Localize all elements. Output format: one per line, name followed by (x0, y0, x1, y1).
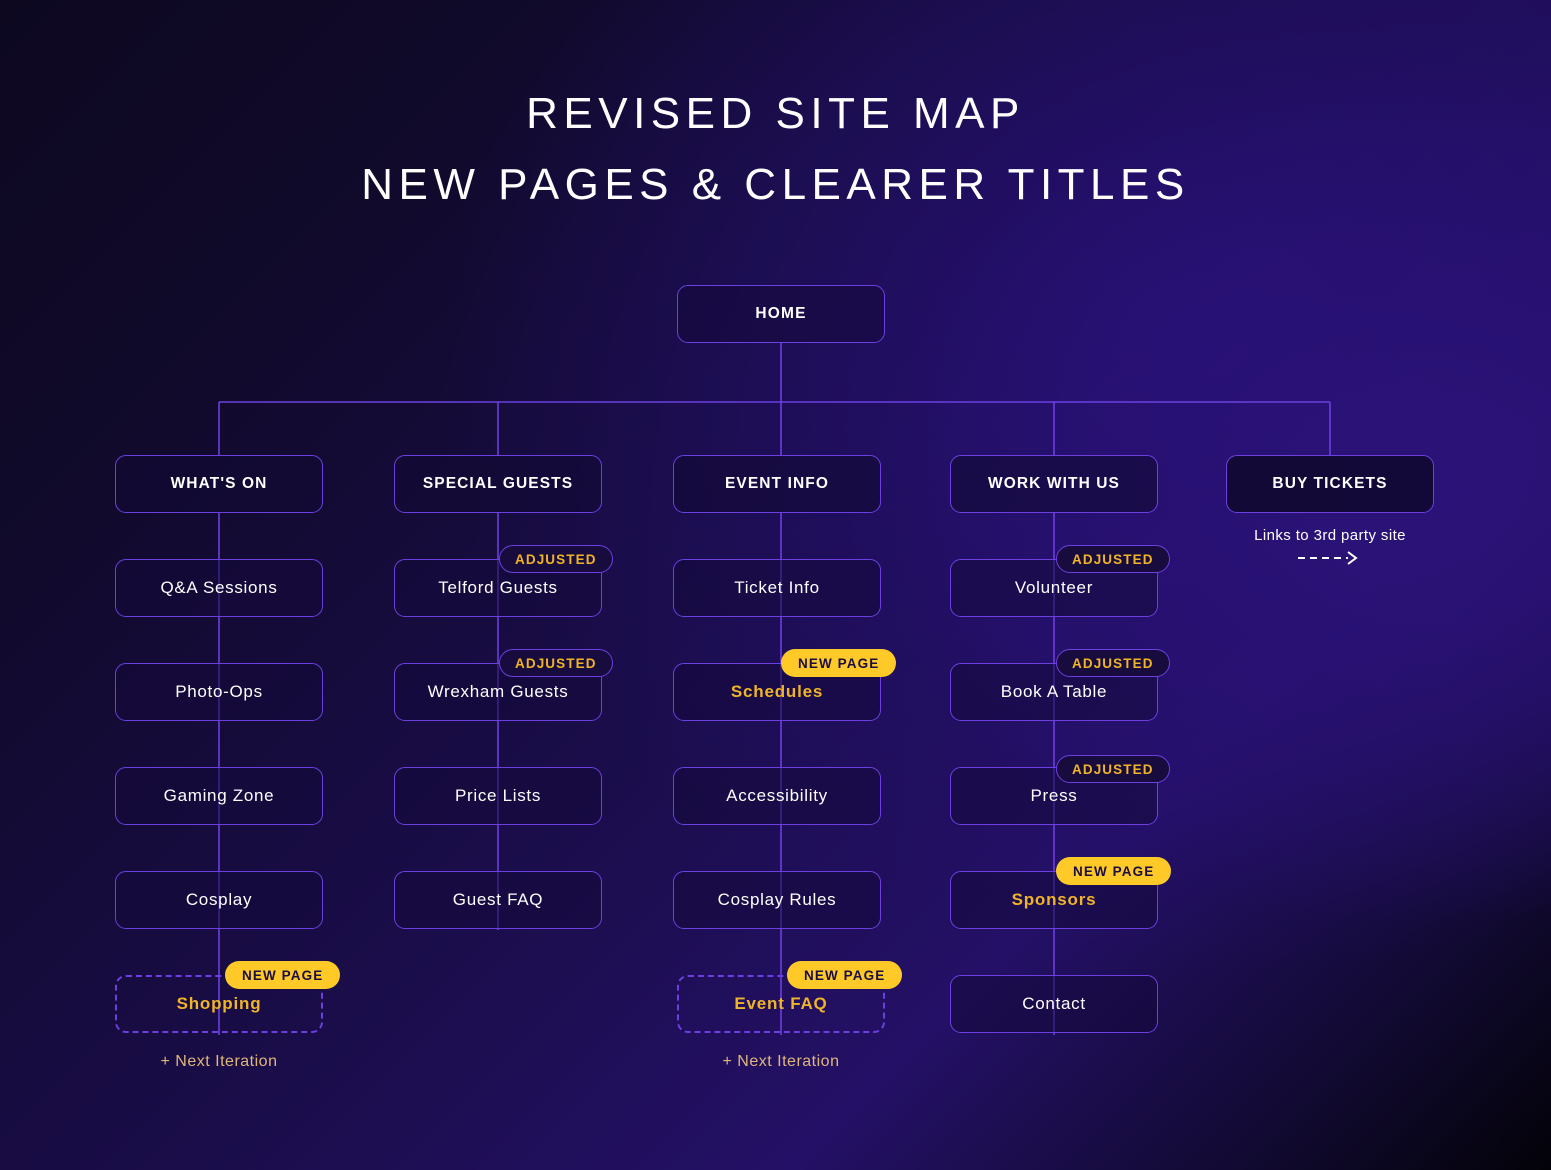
node-shopping-label: Shopping (176, 994, 262, 1013)
node-accessibility-label: Accessibility (726, 786, 828, 805)
node-guest-faq[interactable]: Guest FAQ (394, 871, 602, 929)
badge-adjusted-press: ADJUSTED (1056, 755, 1170, 783)
annotation-next-iteration-event-info: + Next Iteration (681, 1053, 881, 1071)
badge-new-page-schedules: NEW PAGE (781, 649, 897, 677)
badge-new-page-sponsors-label: NEW PAGE (1073, 863, 1155, 879)
page-title: REVISED SITE MAP NEW PAGES & CLEARER TIT… (0, 78, 1551, 220)
node-price-lists[interactable]: Price Lists (394, 767, 602, 825)
node-home-label: HOME (755, 305, 807, 322)
annotation-next-iteration-whats-on-label: + Next Iteration (160, 1053, 278, 1070)
node-schedules-label: Schedules (730, 682, 824, 701)
badge-adjusted-book-a-table: ADJUSTED (1056, 649, 1170, 677)
node-special-guests[interactable]: SPECIAL GUESTS (394, 455, 602, 513)
node-special-guests-label: SPECIAL GUESTS (422, 475, 574, 492)
node-contact-label: Contact (1022, 994, 1086, 1013)
node-price-lists-label: Price Lists (454, 786, 542, 805)
node-qa-sessions-label: Q&A Sessions (160, 578, 278, 597)
badge-adjusted-press-label: ADJUSTED (1072, 761, 1154, 777)
node-photo-ops[interactable]: Photo-Ops (115, 663, 323, 721)
badge-adjusted-telford-guests: ADJUSTED (499, 545, 613, 573)
title-line-2: NEW PAGES & CLEARER TITLES (361, 160, 1190, 209)
node-book-a-table-label: Book A Table (1000, 682, 1108, 701)
badge-adjusted-telford-guests-label: ADJUSTED (515, 551, 597, 567)
node-event-info[interactable]: EVENT INFO (673, 455, 881, 513)
node-gaming-zone[interactable]: Gaming Zone (115, 767, 323, 825)
badge-adjusted-wrexham-guests: ADJUSTED (499, 649, 613, 677)
node-cosplay-label: Cosplay (185, 890, 253, 909)
node-press-label: Press (1030, 786, 1078, 805)
node-gaming-zone-label: Gaming Zone (163, 786, 275, 805)
node-cosplay-rules[interactable]: Cosplay Rules (673, 871, 881, 929)
node-qa-sessions[interactable]: Q&A Sessions (115, 559, 323, 617)
node-whats-on[interactable]: WHAT'S ON (115, 455, 323, 513)
site-map-canvas: REVISED SITE MAP NEW PAGES & CLEARER TIT… (0, 0, 1551, 1170)
node-accessibility[interactable]: Accessibility (673, 767, 881, 825)
node-cosplay-rules-label: Cosplay Rules (717, 890, 837, 909)
badge-new-page-shopping-label: NEW PAGE (242, 967, 324, 983)
node-cosplay[interactable]: Cosplay (115, 871, 323, 929)
external-link-note: Links to 3rd party site (1230, 527, 1430, 544)
badge-new-page-schedules-label: NEW PAGE (798, 655, 880, 671)
node-photo-ops-label: Photo-Ops (175, 682, 263, 701)
node-ticket-info-label: Ticket Info (734, 578, 820, 597)
node-guest-faq-label: Guest FAQ (452, 890, 544, 909)
badge-adjusted-book-a-table-label: ADJUSTED (1072, 655, 1154, 671)
node-home[interactable]: HOME (677, 285, 885, 343)
node-event-faq-label: Event FAQ (734, 994, 828, 1013)
annotation-next-iteration-whats-on: + Next Iteration (119, 1053, 319, 1071)
badge-new-page-event-faq-label: NEW PAGE (804, 967, 886, 983)
title-line-1: REVISED SITE MAP (526, 89, 1025, 138)
node-work-with-us-label: WORK WITH US (987, 475, 1120, 492)
node-ticket-info[interactable]: Ticket Info (673, 559, 881, 617)
node-wrexham-guests-label: Wrexham Guests (427, 682, 569, 701)
badge-new-page-shopping: NEW PAGE (225, 961, 341, 989)
node-event-info-label: EVENT INFO (724, 475, 829, 492)
badge-adjusted-volunteer-label: ADJUSTED (1072, 551, 1154, 567)
dashed-arrow-right-icon (1298, 551, 1358, 565)
badge-adjusted-volunteer: ADJUSTED (1056, 545, 1170, 573)
badge-new-page-sponsors: NEW PAGE (1056, 857, 1172, 885)
node-volunteer-label: Volunteer (1014, 578, 1094, 597)
node-buy-tickets-label: BUY TICKETS (1272, 475, 1388, 492)
node-sponsors-label: Sponsors (1011, 890, 1097, 909)
node-telford-guests-label: Telford Guests (438, 578, 558, 597)
badge-new-page-event-faq: NEW PAGE (787, 961, 903, 989)
node-contact[interactable]: Contact (950, 975, 1158, 1033)
node-work-with-us[interactable]: WORK WITH US (950, 455, 1158, 513)
node-whats-on-label: WHAT'S ON (170, 475, 268, 492)
annotation-next-iteration-event-info-label: + Next Iteration (722, 1053, 840, 1070)
node-buy-tickets[interactable]: BUY TICKETS (1226, 455, 1434, 513)
external-link-note-label: Links to 3rd party site (1254, 527, 1406, 544)
badge-adjusted-wrexham-guests-label: ADJUSTED (515, 655, 597, 671)
